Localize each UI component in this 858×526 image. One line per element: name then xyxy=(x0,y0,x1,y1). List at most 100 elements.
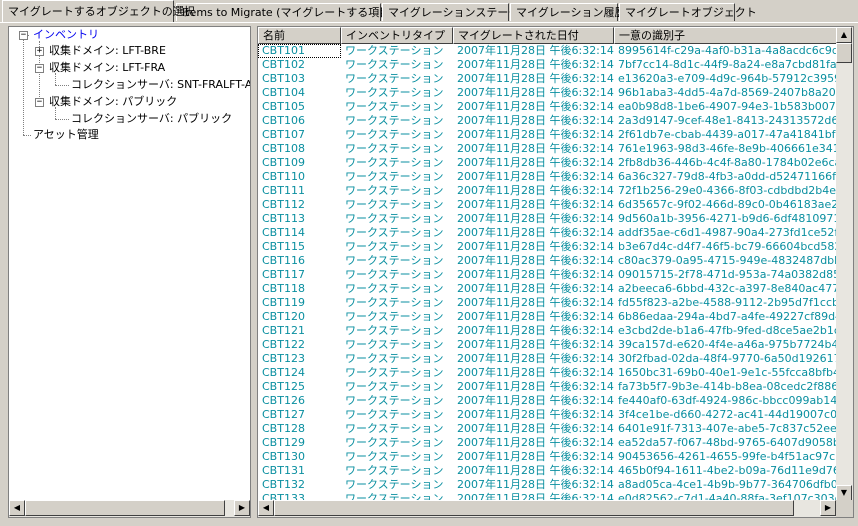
scroll-right-icon[interactable]: ▶ xyxy=(234,500,250,516)
inventory-tree[interactable]: − インベントリ + 収集ドメイン: LFT-BRE − 収集ドメイン: LFT… xyxy=(8,26,251,518)
cell-unique-id: 7bf7cc14-8d1c-44f9-8a24-e8a7cbd81fae xyxy=(618,58,836,71)
cell-migrated-date: 2007年11月28日 午後6:32:14 xyxy=(457,86,614,99)
table-row[interactable]: CBT129 ワークステーション 2007年11月28日 午後6:32:14 ea52… xyxy=(258,436,836,450)
cell-inventory-type: ワークステーション xyxy=(345,226,444,239)
table-row[interactable]: CBT111 ワークステーション 2007年11月28日 午後6:32:14 72f1… xyxy=(258,184,836,198)
tab-migrated-objects[interactable]: マイグレートオブジェクト xyxy=(619,3,757,21)
cell-inventory-type: ワークステーション xyxy=(345,436,444,449)
tab-migration-history[interactable]: マイグレーション履歴 xyxy=(510,3,626,21)
scroll-right-icon[interactable]: ▶ xyxy=(820,500,836,516)
table-row[interactable]: CBT101 ワークステーション 2007年11月28日 午後6:32:14 8995… xyxy=(258,44,836,58)
scroll-down-icon[interactable]: ▼ xyxy=(836,485,852,501)
table-row[interactable]: CBT130 ワークステーション 2007年11月28日 午後6:32:14 9045… xyxy=(258,450,836,464)
table-row[interactable]: CBT120 ワークステーション 2007年11月28日 午後6:32:14 6b86… xyxy=(258,310,836,324)
table-row[interactable]: CBT114 ワークステーション 2007年11月28日 午後6:32:14 addf… xyxy=(258,226,836,240)
cell-inventory-type: ワークステーション xyxy=(345,394,444,407)
tree-node-domain-lft-fra[interactable]: 収集ドメイン: LFT-FRA xyxy=(47,60,167,76)
table-row[interactable]: CBT131 ワークステーション 2007年11月28日 午後6:32:14 465b… xyxy=(258,464,836,478)
cell-migrated-date: 2007年11月28日 午後6:32:14 xyxy=(457,310,614,323)
grid-vertical-scrollbar[interactable]: ▲ ▼ xyxy=(836,27,853,501)
column-header-unique-id[interactable]: 一意の識別子 xyxy=(614,27,838,44)
table-row[interactable]: CBT108 ワークステーション 2007年11月28日 午後6:32:14 761e… xyxy=(258,142,836,156)
expand-icon[interactable]: + xyxy=(35,47,44,56)
migrated-objects-grid[interactable]: 名前 インベントリタイプ マイグレートされた日付 一意の識別子 CBT101 ワー… xyxy=(257,26,854,518)
scroll-left-icon[interactable]: ◀ xyxy=(9,500,25,516)
scroll-thumb[interactable] xyxy=(25,500,225,516)
table-row[interactable]: CBT106 ワークステーション 2007年11月28日 午後6:32:14 2a3d… xyxy=(258,114,836,128)
cell-migrated-date: 2007年11月28日 午後6:32:14 xyxy=(457,394,614,407)
cell-inventory-type: ワークステーション xyxy=(345,422,444,435)
table-row[interactable]: CBT127 ワークステーション 2007年11月28日 午後6:32:14 3f4c… xyxy=(258,408,836,422)
table-row[interactable]: CBT103 ワークステーション 2007年11月28日 午後6:32:14 e136… xyxy=(258,72,836,86)
column-header-inventory-type[interactable]: インベントリタイプ xyxy=(341,27,453,44)
tree-node-asset-management[interactable]: アセット管理 xyxy=(31,127,101,143)
tab-migration-status[interactable]: マイグレーションステータス xyxy=(382,3,530,21)
grid-horizontal-scrollbar[interactable]: ◀ ▶ xyxy=(258,500,836,517)
tree-line xyxy=(23,135,31,136)
cell-unique-id: 3f4ce1be-d660-4272-ac41-44d19007c02e xyxy=(618,408,836,421)
scroll-thumb[interactable] xyxy=(836,43,852,63)
table-row[interactable]: CBT102 ワークステーション 2007年11月28日 午後6:32:14 7bf7… xyxy=(258,58,836,72)
tree-node-domain-public[interactable]: 収集ドメイン: パブリック xyxy=(47,94,179,110)
cell-name: CBT123 xyxy=(262,352,305,365)
table-row[interactable]: CBT128 ワークステーション 2007年11月28日 午後6:32:14 6401… xyxy=(258,422,836,436)
cell-migrated-date: 2007年11月28日 午後6:32:14 xyxy=(457,58,614,71)
scroll-thumb[interactable] xyxy=(274,500,794,516)
cell-name: CBT119 xyxy=(262,296,305,309)
collapse-icon[interactable]: − xyxy=(35,64,44,73)
column-header-migrated-date[interactable]: マイグレートされた日付 xyxy=(453,27,614,44)
table-row[interactable]: CBT124 ワークステーション 2007年11月28日 午後6:32:14 1650… xyxy=(258,366,836,380)
cell-inventory-type: ワークステーション xyxy=(345,268,444,281)
table-row[interactable]: CBT121 ワークステーション 2007年11月28日 午後6:32:14 e3cb… xyxy=(258,324,836,338)
tree-node-inventory[interactable]: インベントリ xyxy=(31,27,101,43)
table-row[interactable]: CBT126 ワークステーション 2007年11月28日 午後6:32:14 fe44… xyxy=(258,394,836,408)
table-row[interactable]: CBT125 ワークステーション 2007年11月28日 午後6:32:14 fa73… xyxy=(258,380,836,394)
table-row[interactable]: CBT122 ワークステーション 2007年11月28日 午後6:32:14 39ca… xyxy=(258,338,836,352)
table-row[interactable]: CBT123 ワークステーション 2007年11月28日 午後6:32:14 30f2… xyxy=(258,352,836,366)
cell-unique-id: 6401e91f-7313-407e-abe5-7c837c52ee80 xyxy=(618,422,836,435)
table-row[interactable]: CBT117 ワークステーション 2007年11月28日 午後6:32:14 0901… xyxy=(258,268,836,282)
cell-name: CBT112 xyxy=(262,198,305,211)
table-row[interactable]: CBT110 ワークステーション 2007年11月28日 午後6:32:14 6a36… xyxy=(258,170,836,184)
tab-items-to-migrate[interactable]: Items to Migrate (マイグレートする項目) xyxy=(176,3,395,21)
cell-unique-id: e13620a3-e709-4d9c-964b-57912c395982 xyxy=(618,72,836,85)
cell-inventory-type: ワークステーション xyxy=(345,100,444,113)
column-header-name[interactable]: 名前 xyxy=(258,27,341,44)
collapse-icon[interactable]: − xyxy=(19,31,28,40)
cell-migrated-date: 2007年11月28日 午後6:32:14 xyxy=(457,366,614,379)
cell-migrated-date: 2007年11月28日 午後6:32:14 xyxy=(457,478,614,491)
tree-node-server-public[interactable]: コレクションサーバ: パブリック xyxy=(69,111,234,127)
table-row[interactable]: CBT105 ワークステーション 2007年11月28日 午後6:32:14 ea0b… xyxy=(258,100,836,114)
tree-node-domain-lft-bre[interactable]: 収集ドメイン: LFT-BRE xyxy=(47,43,168,59)
cell-name: CBT114 xyxy=(262,226,305,239)
cell-migrated-date: 2007年11月28日 午後6:32:14 xyxy=(457,44,614,57)
table-row[interactable]: CBT116 ワークステーション 2007年11月28日 午後6:32:14 c80a… xyxy=(258,254,836,268)
tree-horizontal-scrollbar[interactable]: ◀ ▶ xyxy=(9,500,250,517)
cell-name: CBT104 xyxy=(262,86,305,99)
table-row[interactable]: CBT113 ワークステーション 2007年11月28日 午後6:32:14 9d56… xyxy=(258,212,836,226)
table-row[interactable]: CBT104 ワークステーション 2007年11月28日 午後6:32:14 96b1… xyxy=(258,86,836,100)
scroll-left-icon[interactable]: ◀ xyxy=(258,500,274,516)
cell-name: CBT125 xyxy=(262,380,305,393)
scroll-up-icon[interactable]: ▲ xyxy=(836,27,852,43)
tab-select-objects[interactable]: マイグレートするオブジェクトの選択 xyxy=(2,0,195,22)
cell-inventory-type: ワークステーション xyxy=(345,478,444,491)
cell-migrated-date: 2007年11月28日 午後6:32:14 xyxy=(457,380,614,393)
collapse-icon[interactable]: − xyxy=(35,98,44,107)
cell-migrated-date: 2007年11月28日 午後6:32:14 xyxy=(457,282,614,295)
cell-inventory-type: ワークステーション xyxy=(345,156,444,169)
cell-name: CBT106 xyxy=(262,114,305,127)
cell-name: CBT101 xyxy=(258,44,341,58)
tree-node-server-snt-fralft[interactable]: コレクションサーバ: SNT-FRALFT-AP xyxy=(69,77,250,93)
table-row[interactable]: CBT109 ワークステーション 2007年11月28日 午後6:32:14 2fb8… xyxy=(258,156,836,170)
cell-unique-id: b3e67d4c-d4f7-46f5-bc79-66604bcd5825 xyxy=(618,240,836,253)
cell-inventory-type: ワークステーション xyxy=(345,366,444,379)
table-row[interactable]: CBT112 ワークステーション 2007年11月28日 午後6:32:14 6d35… xyxy=(258,198,836,212)
table-row[interactable]: CBT107 ワークステーション 2007年11月28日 午後6:32:14 2f61… xyxy=(258,128,836,142)
cell-migrated-date: 2007年11月28日 午後6:32:14 xyxy=(457,422,614,435)
table-row[interactable]: CBT119 ワークステーション 2007年11月28日 午後6:32:14 fd55… xyxy=(258,296,836,310)
table-row[interactable]: CBT118 ワークステーション 2007年11月28日 午後6:32:14 a2be… xyxy=(258,282,836,296)
cell-inventory-type: ワークステーション xyxy=(345,170,444,183)
table-row[interactable]: CBT132 ワークステーション 2007年11月28日 午後6:32:14 a8ad… xyxy=(258,478,836,492)
table-row[interactable]: CBT115 ワークステーション 2007年11月28日 午後6:32:14 b3e6… xyxy=(258,240,836,254)
